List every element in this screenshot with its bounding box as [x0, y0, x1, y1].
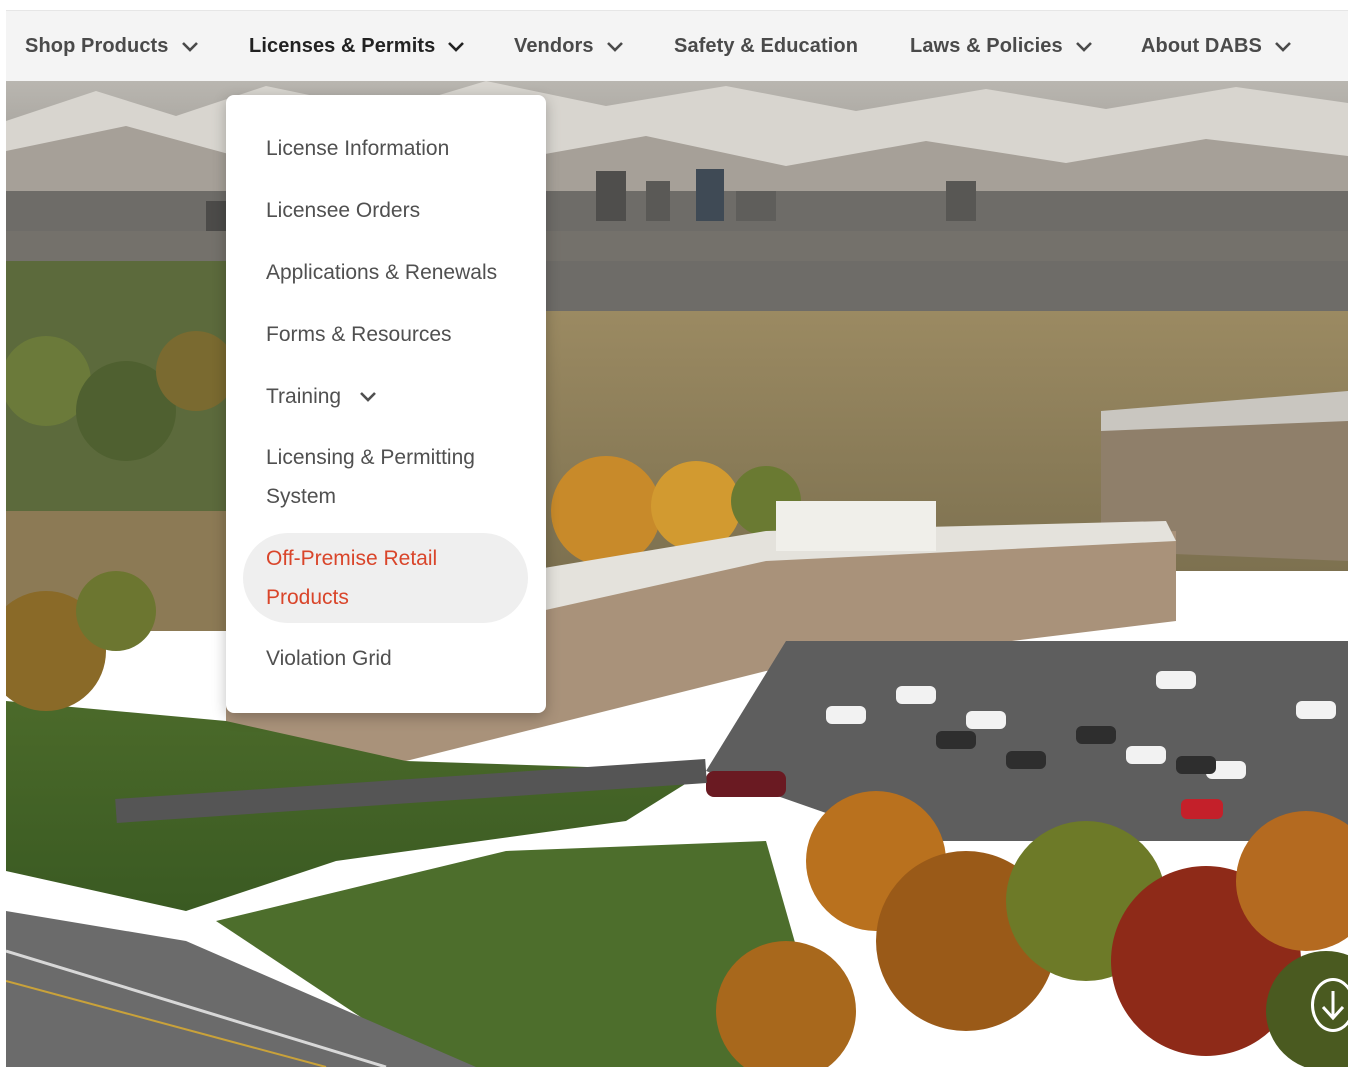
nav-shop-products[interactable]: Shop Products — [25, 11, 199, 82]
hero-photo-illustration — [6, 81, 1348, 1067]
dropdown-item-label: Applications & Renewals — [266, 261, 498, 284]
chevron-down-icon — [1075, 41, 1092, 52]
dropdown-item-label: Violation Grid — [266, 647, 392, 670]
nav-label: Vendors — [514, 35, 594, 57]
dropdown-item-forms-resources[interactable]: Forms & Resources — [266, 315, 452, 354]
chevron-down-icon — [1275, 41, 1291, 52]
nav-safety-education[interactable]: Safety & Education — [674, 11, 858, 82]
nav-label: Laws & Policies — [910, 35, 1063, 57]
dropdown-item-label-line1: Off-Premise Retail — [266, 547, 438, 570]
dropdown-item-label-line2: System — [266, 485, 337, 508]
nav-about-dabs[interactable]: About DABS — [1141, 11, 1292, 82]
nav-label: Shop Products — [25, 35, 169, 57]
dropdown-item-license-information[interactable]: License Information — [266, 129, 449, 168]
nav-label: Licenses & Permits — [249, 35, 436, 57]
dropdown-item-label-line2: Products — [266, 586, 349, 609]
hero-image — [6, 81, 1348, 1067]
dropdown-item-label: Forms & Resources — [266, 323, 452, 346]
dropdown-item-licensing-permitting-system[interactable]: Licensing & Permitting System — [266, 438, 475, 516]
dropdown-item-off-premise-retail-products[interactable]: Off-Premise Retail Products — [243, 533, 528, 623]
chevron-down-icon — [181, 41, 198, 52]
dropdown-item-training[interactable]: Training — [266, 377, 377, 416]
dropdown-item-label: License Information — [266, 137, 450, 160]
licenses-permits-dropdown: License Information Licensee Orders Appl… — [226, 95, 546, 713]
dropdown-item-licensee-orders[interactable]: Licensee Orders — [266, 191, 420, 230]
nav-licenses-permits[interactable]: Licenses & Permits — [249, 11, 465, 82]
nav-laws-policies[interactable]: Laws & Policies — [910, 11, 1093, 82]
chevron-down-icon — [448, 41, 465, 52]
page-frame: Shop Products Licenses & Permits Vendors… — [6, 10, 1348, 1067]
chevron-down-icon — [606, 41, 623, 52]
dropdown-item-applications-renewals[interactable]: Applications & Renewals — [266, 253, 497, 292]
nav-label: Safety & Education — [674, 35, 859, 57]
nav-vendors[interactable]: Vendors — [514, 11, 624, 82]
dropdown-item-label-line1: Licensing & Permitting — [266, 446, 475, 469]
arrow-down-circle-icon — [1321, 991, 1345, 1021]
chevron-down-icon — [360, 392, 376, 403]
dropdown-item-label: Licensee Orders — [266, 199, 421, 222]
main-nav: Shop Products Licenses & Permits Vendors… — [6, 10, 1348, 81]
dropdown-item-label: Training — [266, 385, 342, 408]
dropdown-item-violation-grid[interactable]: Violation Grid — [266, 639, 392, 678]
scroll-down-button[interactable] — [1311, 978, 1348, 1032]
nav-label: About DABS — [1141, 35, 1262, 57]
